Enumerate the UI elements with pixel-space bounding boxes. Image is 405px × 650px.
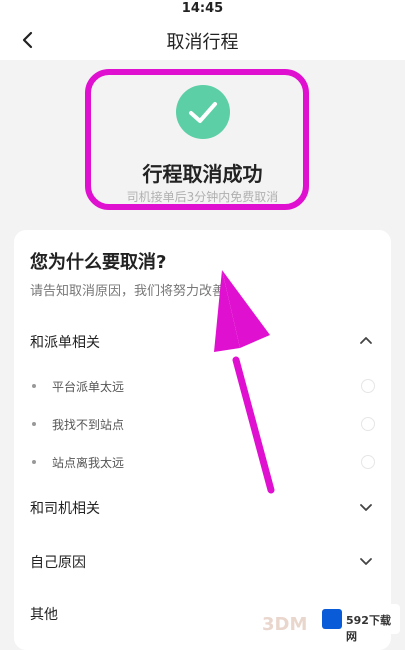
reason-option-label: 我找不到站点 [52, 418, 125, 432]
watermark-3dm: 3DM [262, 614, 308, 635]
page-title: 取消行程 [166, 32, 239, 53]
chevron-up-icon [360, 337, 372, 344]
section-dispatch[interactable]: 和派单相关 [30, 330, 375, 354]
annotation-highlight-box [85, 69, 309, 210]
reason-option[interactable]: 我找不到站点 [30, 414, 375, 436]
status-time: 14:45 [181, 1, 224, 16]
section-label: 和司机相关 [30, 501, 100, 517]
reason-subtitle: 请告知取消原因，我们将努力改善 [30, 284, 226, 299]
chevron-down-icon [360, 558, 372, 565]
bullet-icon [32, 422, 36, 426]
nav-bar: 取消行程 [0, 18, 405, 60]
reason-option-label: 平台派单太远 [52, 380, 125, 394]
reason-option-label: 站点离我太远 [52, 456, 125, 470]
radio-button[interactable] [361, 417, 375, 431]
section-label: 自己原因 [30, 555, 86, 571]
status-bar: 14:45 [0, 0, 405, 18]
watermark-brand: 592下载网 [318, 604, 400, 643]
radio-button[interactable] [361, 379, 375, 393]
bullet-icon [32, 460, 36, 464]
cancel-reason-card: 您为什么要取消? 请告知取消原因，我们将努力改善 和派单相关 平台派单太远 我找… [14, 230, 391, 650]
radio-button[interactable] [361, 455, 375, 469]
reason-option[interactable]: 站点离我太远 [30, 452, 375, 474]
watermark-logo-icon [322, 609, 342, 629]
bullet-icon [32, 384, 36, 388]
watermark-text: 592下载网 [346, 614, 391, 643]
chevron-down-icon [360, 504, 372, 511]
reason-title: 您为什么要取消? [30, 252, 167, 273]
section-driver[interactable]: 和司机相关 [30, 496, 375, 520]
reason-option[interactable]: 平台派单太远 [30, 376, 375, 398]
section-self[interactable]: 自己原因 [30, 550, 375, 574]
section-label: 其他 [30, 607, 58, 623]
section-label: 和派单相关 [30, 335, 100, 351]
